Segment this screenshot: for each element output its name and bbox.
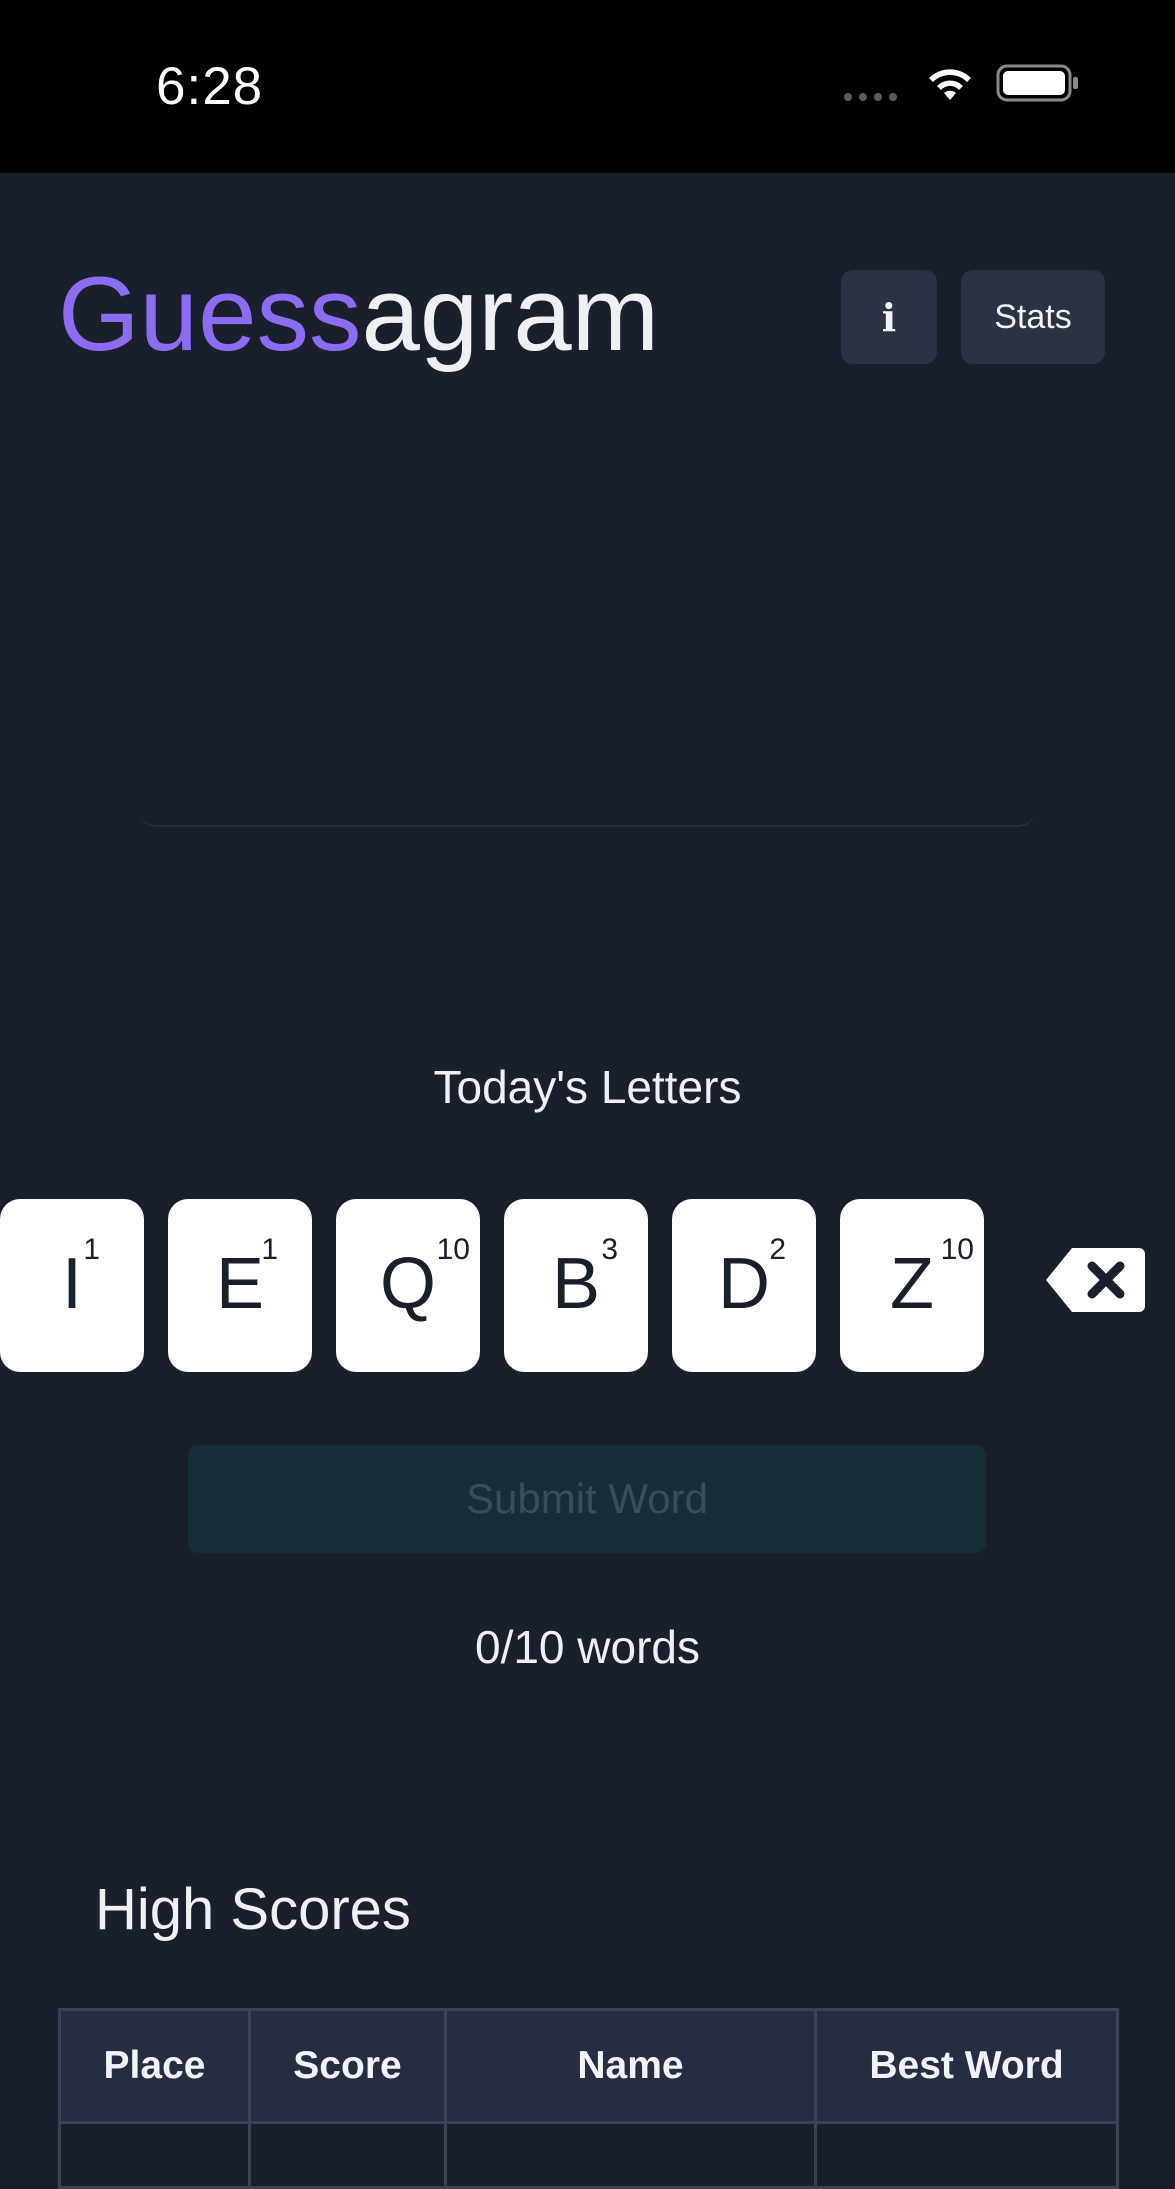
letter-tile-q[interactable]: Q 10 xyxy=(336,1199,480,1372)
tile-letter: E xyxy=(215,1244,265,1324)
letter-tile-b[interactable]: B 3 xyxy=(504,1199,648,1372)
letter-tile-i[interactable]: I 1 xyxy=(0,1199,144,1372)
column-header-name: Name xyxy=(444,2008,817,2124)
tile-letter: D xyxy=(718,1244,770,1324)
info-button[interactable]: i xyxy=(841,270,937,364)
guessed-words-area xyxy=(138,430,1036,827)
letters-heading: Today's Letters xyxy=(433,1061,742,1113)
table-cell xyxy=(814,2121,1119,2189)
tile-score: 1 xyxy=(261,1233,278,1266)
letter-tile-z[interactable]: Z 10 xyxy=(840,1199,984,1372)
letter-tile-e[interactable]: E 1 xyxy=(168,1199,312,1372)
table-header-row: Place Score Name Best Word xyxy=(58,2008,1119,2124)
app-title: Guessagram xyxy=(58,255,659,375)
tile-score: 2 xyxy=(769,1233,786,1266)
table-cell xyxy=(248,2121,447,2189)
tile-score: 3 xyxy=(601,1233,618,1266)
tile-score: 10 xyxy=(940,1233,974,1266)
high-scores-table: Place Score Name Best Word xyxy=(58,2008,1119,2189)
battery-icon xyxy=(996,64,1078,102)
letter-tile-d[interactable]: D 2 xyxy=(672,1199,816,1372)
info-icon: i xyxy=(881,294,897,340)
stats-button[interactable]: Stats xyxy=(961,270,1105,364)
tile-letter: I xyxy=(61,1244,82,1324)
column-header-best-word: Best Word xyxy=(814,2008,1119,2124)
cellular-signal-icon xyxy=(844,93,897,101)
backspace-icon[interactable] xyxy=(1044,1246,1147,1314)
table-cell xyxy=(444,2121,817,2189)
submit-word-button[interactable]: Submit Word xyxy=(188,1445,986,1553)
table-row xyxy=(58,2121,1119,2189)
tile-letter: B xyxy=(551,1244,601,1324)
status-time: 6:28 xyxy=(156,57,264,116)
status-bar: 6:28 xyxy=(0,0,1175,173)
app-title-accent: Guess xyxy=(58,256,362,373)
wifi-icon xyxy=(929,69,971,100)
column-header-score: Score xyxy=(248,2008,447,2124)
tile-score: 1 xyxy=(83,1233,100,1266)
tile-score: 10 xyxy=(436,1233,470,1266)
word-count: 0/10 words xyxy=(474,1621,700,1673)
app-title-rest: agram xyxy=(361,256,660,373)
high-scores-heading: High Scores xyxy=(95,1877,411,1942)
column-header-place: Place xyxy=(58,2008,251,2124)
table-cell xyxy=(58,2121,251,2189)
